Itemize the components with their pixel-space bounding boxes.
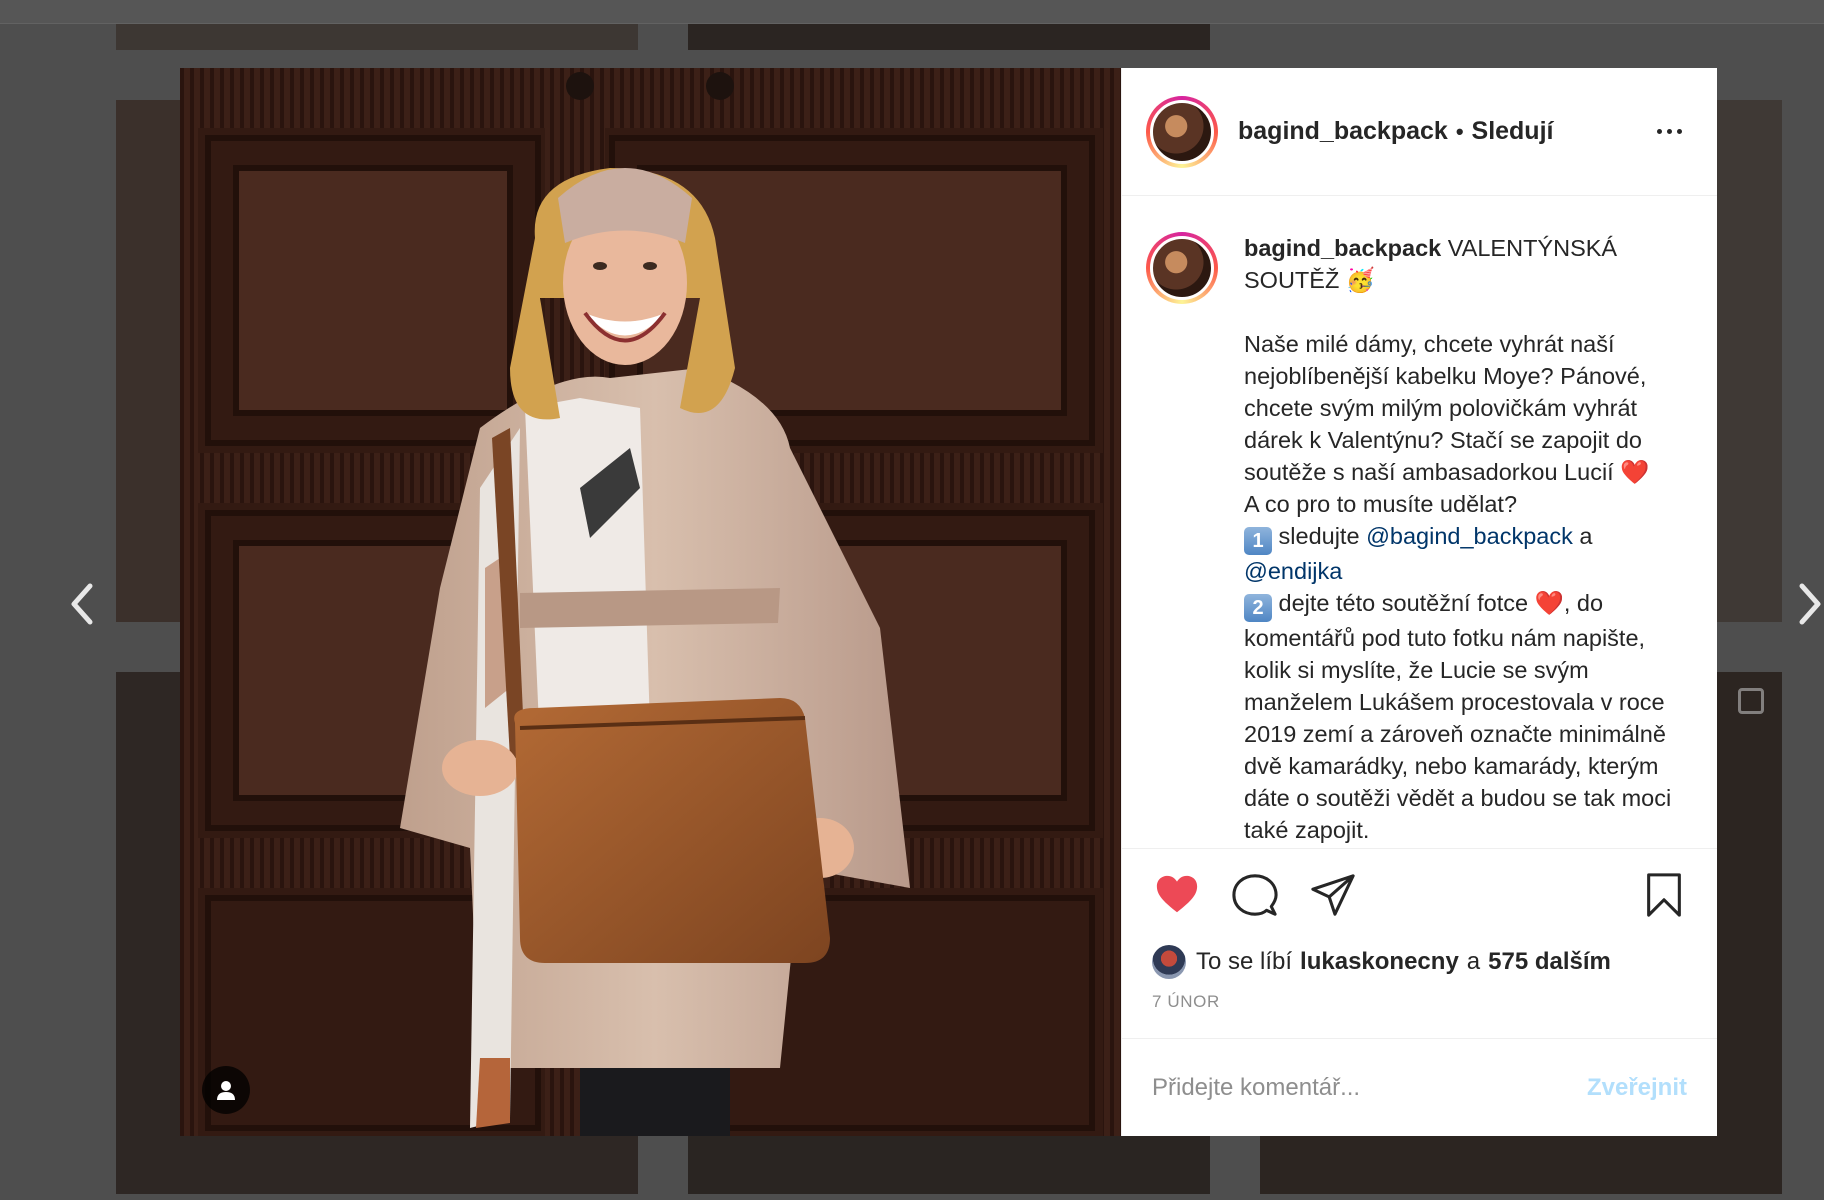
post-photo[interactable] [180, 68, 1121, 1136]
feed-thumbnail [116, 24, 638, 50]
party-emoji: 🥳 [1345, 267, 1376, 293]
post-comment-button[interactable]: Zveřejnit [1587, 1074, 1687, 1102]
post-header: bagind_backpack • Sledují [1122, 68, 1717, 196]
dot-icon [1666, 129, 1672, 134]
author-avatar[interactable] [1146, 95, 1218, 168]
save-button[interactable] [1639, 870, 1689, 920]
caption-author-avatar[interactable] [1146, 232, 1218, 304]
post-side-panel: bagind_backpack • Sledují bagind_backpac… [1121, 68, 1717, 1136]
chevron-right-icon [1799, 583, 1821, 625]
caption-section: bagind_backpack VALENTÝNSKÁ SOUTĚŽ 🥳 Naš… [1122, 196, 1717, 848]
like-button[interactable] [1152, 870, 1202, 920]
likes-prefix: To se líbí [1196, 948, 1293, 975]
background-top-bar [0, 0, 1824, 24]
feed-thumbnail [688, 1130, 1210, 1194]
keycap-2-emoji: 2 [1244, 594, 1272, 622]
step1-text: sledujte [1278, 523, 1360, 549]
author-username-link[interactable]: bagind_backpack [1238, 117, 1448, 146]
likes-count-link[interactable]: 575 dalším [1488, 948, 1611, 976]
heart-filled-icon [1156, 875, 1198, 912]
header-separator: • [1455, 118, 1464, 144]
liker-avatar[interactable] [1152, 945, 1186, 979]
caption-intro: Naše milé dámy, chcete vyhrát naší nejob… [1244, 331, 1647, 485]
mention-bagind-backpack-link[interactable]: @bagind_backpack [1366, 523, 1573, 549]
bookmark-icon [1647, 872, 1681, 917]
post-date[interactable]: 7 ÚNOR [1122, 984, 1717, 1038]
liker-username-link[interactable]: lukaskonecny [1300, 948, 1459, 976]
user-tag-icon [217, 1081, 235, 1100]
photo-scene [180, 68, 1121, 1136]
next-post-button[interactable] [1790, 576, 1824, 632]
comment-input[interactable] [1152, 1073, 1587, 1102]
step1-and: a [1579, 523, 1593, 549]
caption-username-link[interactable]: bagind_backpack [1244, 235, 1441, 261]
comment-form: Zveřejnit [1122, 1038, 1717, 1136]
likes-summary: To se líbí lukaskonecny a 575 dalším [1122, 940, 1717, 984]
dot-icon [1676, 129, 1682, 134]
mention-endijka-link[interactable]: @endijka [1244, 558, 1342, 584]
step2-text-b: , do komentářů pod tuto fotku nám napišt… [1244, 590, 1672, 843]
chevron-left-icon [71, 583, 93, 625]
carousel-indicator-icon [1738, 688, 1764, 714]
comment-icon [1232, 873, 1278, 916]
previous-post-button[interactable] [62, 576, 102, 632]
share-icon [1311, 873, 1355, 916]
feed-thumbnail [688, 24, 1210, 50]
dot-icon [1656, 129, 1662, 134]
keycap-1-emoji: 1 [1244, 527, 1272, 555]
caption-question: A co pro to musíte udělat? [1244, 491, 1518, 517]
heart-emoji: ❤️ [1620, 459, 1650, 485]
likes-conjunction: a [1466, 948, 1481, 975]
caption-text: bagind_backpack VALENTÝNSKÁ SOUTĚŽ 🥳 Naš… [1244, 232, 1689, 848]
comment-button[interactable] [1230, 870, 1280, 920]
action-bar [1122, 848, 1717, 940]
heart-emoji: ❤️ [1534, 590, 1564, 616]
following-button[interactable]: Sledují [1472, 117, 1554, 146]
more-options-button[interactable] [1649, 117, 1689, 147]
step2-text-a: dejte této soutěžní fotce [1278, 590, 1529, 616]
share-button[interactable] [1308, 870, 1358, 920]
tagged-users-button[interactable] [202, 1066, 250, 1114]
post-modal: bagind_backpack • Sledují bagind_backpac… [180, 68, 1717, 1136]
